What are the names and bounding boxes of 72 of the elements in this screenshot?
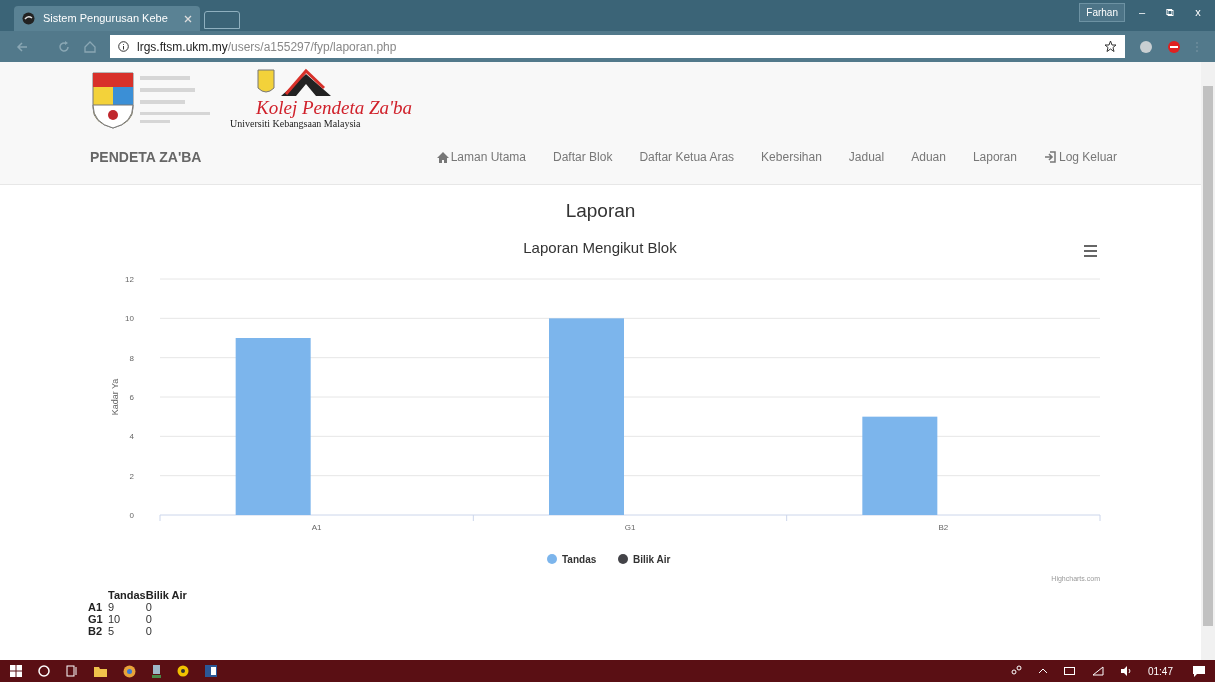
legend-label: Bilik Air	[633, 554, 671, 565]
table-cell-text: 0	[145, 613, 153, 625]
table-cell-text: 0	[145, 625, 153, 637]
nav-link[interactable]: Laman Utama	[436, 148, 527, 166]
legend-label: Tandas	[562, 554, 597, 565]
scrollbar[interactable]	[1201, 62, 1215, 660]
battery-icon[interactable]	[1063, 667, 1076, 675]
chart-title: Laporan Mengikut Blok	[523, 239, 677, 256]
folder-icon[interactable]	[94, 665, 107, 677]
y-axis-tick-label: 4	[129, 432, 134, 442]
university-logo-text: Universiti Kebangsaan Malaysia	[230, 118, 361, 130]
task-view-icon[interactable]	[66, 665, 78, 677]
y-axis-tick-label: 10	[125, 314, 134, 324]
app-icon[interactable]	[177, 665, 189, 677]
home-icon	[436, 151, 449, 163]
nav-link[interactable]: Jadual	[848, 148, 885, 166]
legend-item[interactable]: Bilik Air	[618, 554, 671, 565]
people-icon[interactable]	[1009, 665, 1022, 677]
nav-link[interactable]: Laporan	[972, 148, 1017, 166]
new-tab-button[interactable]	[204, 11, 240, 29]
nav-link[interactable]: Daftar Blok	[553, 148, 613, 166]
window-control-button[interactable]: ⧉	[1159, 4, 1181, 21]
page-title: Laporan	[564, 199, 637, 223]
info-icon	[118, 41, 129, 52]
college-logo-title: Kolej Pendeta Za'ba	[256, 98, 413, 118]
row-header: A1	[88, 601, 108, 613]
tab-title: Sistem Pengurusan Kebe	[43, 11, 169, 27]
y-axis-tick-label: 0	[129, 511, 134, 520]
legend-item[interactable]: Tandas	[547, 554, 597, 565]
search-icon[interactable]	[38, 665, 50, 677]
notification-icon[interactable]	[1193, 665, 1205, 677]
x-axis-tick-label: B2	[938, 523, 949, 532]
y-axis-tick-label: 8	[129, 353, 134, 363]
y-axis-tick-label: 12	[125, 275, 134, 284]
y-axis-tick-label: 6	[129, 393, 134, 402]
extension-icon[interactable]	[1167, 39, 1181, 54]
browser-icon[interactable]	[123, 664, 136, 678]
window-control-button[interactable]: x	[1187, 4, 1209, 21]
x-axis-tick-label: G1	[624, 523, 636, 532]
window-control-button[interactable]: –	[1131, 4, 1153, 21]
table-cell-text: 0	[145, 601, 153, 613]
brand-link[interactable]: PENDETA ZA'BA	[88, 146, 437, 168]
address-field[interactable]: lrgs.ftsm.ukm.my/users/a155297/fyp/laporan.php	[110, 35, 1125, 58]
nav-link[interactable]: Log Keluar	[1043, 148, 1117, 166]
site-icon	[22, 12, 35, 25]
scrollbar-thumb[interactable]	[1203, 86, 1213, 626]
row-header: G1	[88, 613, 108, 625]
clock-text[interactable]: 01:47	[1147, 663, 1173, 679]
x-axis-tick-label: A1	[311, 523, 322, 532]
close-icon[interactable]	[184, 14, 192, 23]
menu-icon[interactable]	[1084, 245, 1097, 257]
chevron-up-icon[interactable]	[1037, 668, 1048, 674]
nav-link[interactable]: Kebersihan	[761, 148, 822, 166]
y-axis-tick-label: 2	[129, 471, 134, 481]
table-cell: 5	[108, 625, 146, 637]
browser-tab[interactable]: Sistem Pengurusan Kebe	[14, 6, 200, 31]
windows-start-icon[interactable]	[10, 665, 22, 677]
speaker-icon[interactable]	[1119, 666, 1132, 676]
document-icon[interactable]	[205, 665, 217, 677]
table-cell: 9	[108, 601, 146, 613]
column-header: Bilik Air	[145, 589, 187, 601]
extension-icon[interactable]	[1139, 39, 1153, 54]
row-header: B2	[88, 625, 108, 637]
y-axis-title: Kadar Ya	[110, 378, 120, 416]
url-text: lrgs.ftsm.ukm.my/users/a155297/fyp/laporan.php	[137, 38, 398, 56]
star-icon[interactable]	[1104, 40, 1117, 53]
nav-link[interactable]: Daftar Ketua Aras	[639, 148, 735, 166]
column-header: Tandas	[108, 589, 146, 601]
profile-button[interactable]: Farhan	[1079, 3, 1125, 22]
nav-link[interactable]: Aduan	[911, 148, 946, 166]
login-icon	[1043, 151, 1057, 163]
table-cell: 10	[108, 613, 146, 625]
